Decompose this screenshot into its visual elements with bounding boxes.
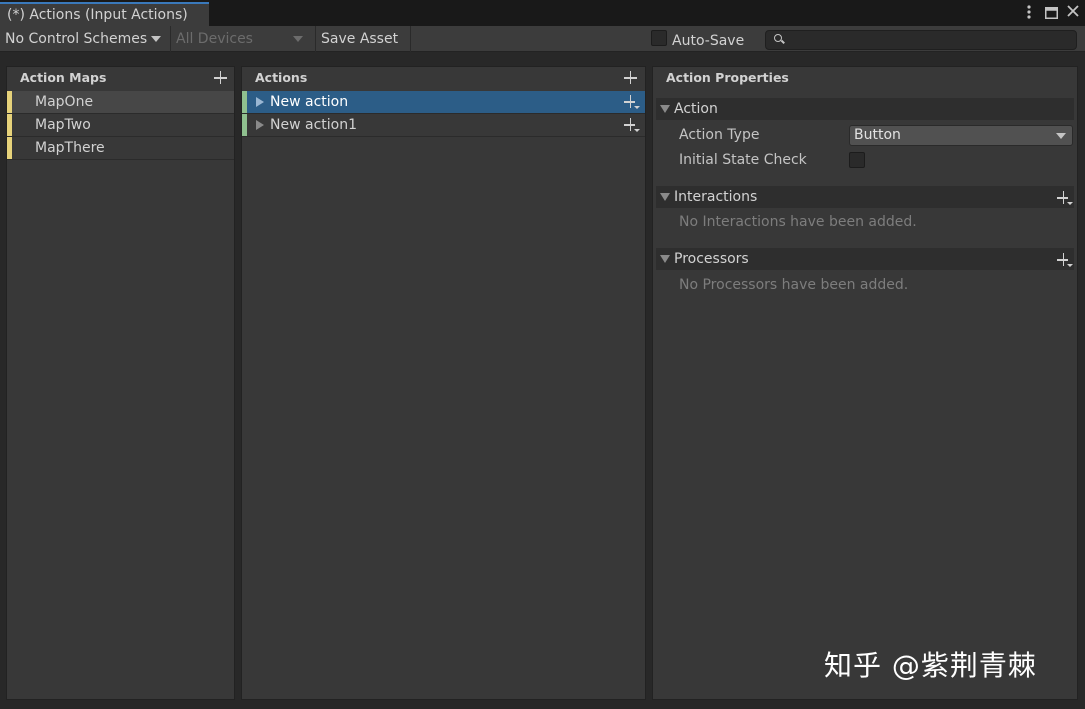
tab-bar: (*) Actions (Input Actions) [0,0,1085,26]
processors-section-title: Processors [674,251,749,267]
add-binding-icon[interactable] [624,118,640,132]
add-interaction-icon[interactable] [1057,191,1073,205]
action-label: New action1 [270,117,357,133]
add-binding-icon[interactable] [624,95,640,109]
interactions-section-title: Interactions [674,189,758,205]
map-color-marker [7,114,12,136]
action-maps-title: Action Maps [20,70,107,85]
kebab-menu-icon[interactable] [1025,4,1033,25]
interactions-empty-text: No Interactions have been added. [679,214,917,230]
maximize-icon[interactable] [1045,6,1058,24]
control-schemes-dropdown[interactable]: No Control Schemes [0,26,170,52]
processors-section-header[interactable]: Processors [656,248,1074,270]
chevron-down-icon [1056,133,1066,139]
actions-header: Actions [242,67,645,89]
action-map-item-mapthere[interactable]: MapThere [7,137,234,160]
processors-empty-text: No Processors have been added. [679,277,909,293]
actions-panel: Actions New action New action1 [241,66,646,700]
chevron-down-icon [293,36,303,42]
action-map-label: MapTwo [35,117,91,133]
action-section-header[interactable]: Action [656,98,1074,120]
action-map-item-mapone[interactable]: MapOne [7,91,234,114]
close-icon[interactable] [1066,4,1080,23]
map-color-marker [7,137,12,159]
action-map-label: MapThere [35,140,105,156]
collapse-arrow-icon [660,105,670,113]
initial-state-check-checkbox[interactable] [849,152,865,168]
action-properties-panel: Action Properties Action Action Type But… [652,66,1078,700]
control-schemes-label: No Control Schemes [5,31,148,47]
action-map-item-maptwo[interactable]: MapTwo [7,114,234,137]
action-section-title: Action [674,101,718,117]
auto-save-label: Auto-Save [672,33,745,49]
add-action-map-icon[interactable] [214,71,227,84]
chevron-down-icon [151,36,162,42]
save-asset-button[interactable]: Save Asset [316,26,410,52]
action-label: New action [270,94,349,110]
collapse-arrow-icon [660,193,670,201]
action-type-value: Button [854,127,901,143]
action-properties-header: Action Properties [653,67,1077,89]
search-input[interactable] [765,30,1077,50]
search-icon [774,34,782,42]
action-maps-header: Action Maps [7,67,234,89]
collapse-arrow-icon [660,255,670,263]
map-color-marker [7,91,12,113]
interactions-section-header[interactable]: Interactions [656,186,1074,208]
action-color-marker [242,91,247,113]
actions-title: Actions [255,70,308,85]
add-action-icon[interactable] [624,71,637,84]
action-properties-title: Action Properties [666,70,789,85]
expand-arrow-icon[interactable] [256,120,264,130]
window-tab[interactable]: (*) Actions (Input Actions) [0,2,209,26]
add-processor-icon[interactable] [1057,253,1073,267]
devices-dropdown[interactable]: All Devices [171,26,311,52]
devices-label: All Devices [176,31,253,47]
action-item-new-action[interactable]: New action [242,91,645,114]
divider [410,26,411,52]
action-color-marker [242,114,247,136]
action-item-new-action1[interactable]: New action1 [242,114,645,137]
watermark: 知乎 @紫荆青棘 [824,649,1037,682]
action-type-dropdown[interactable]: Button [849,125,1073,146]
auto-save-checkbox[interactable] [651,30,667,46]
action-maps-panel: Action Maps MapOne MapTwo MapThere [6,66,235,700]
action-type-label: Action Type [679,127,760,143]
initial-state-check-label: Initial State Check [679,152,807,168]
action-map-label: MapOne [35,94,94,110]
expand-arrow-icon[interactable] [256,97,264,107]
